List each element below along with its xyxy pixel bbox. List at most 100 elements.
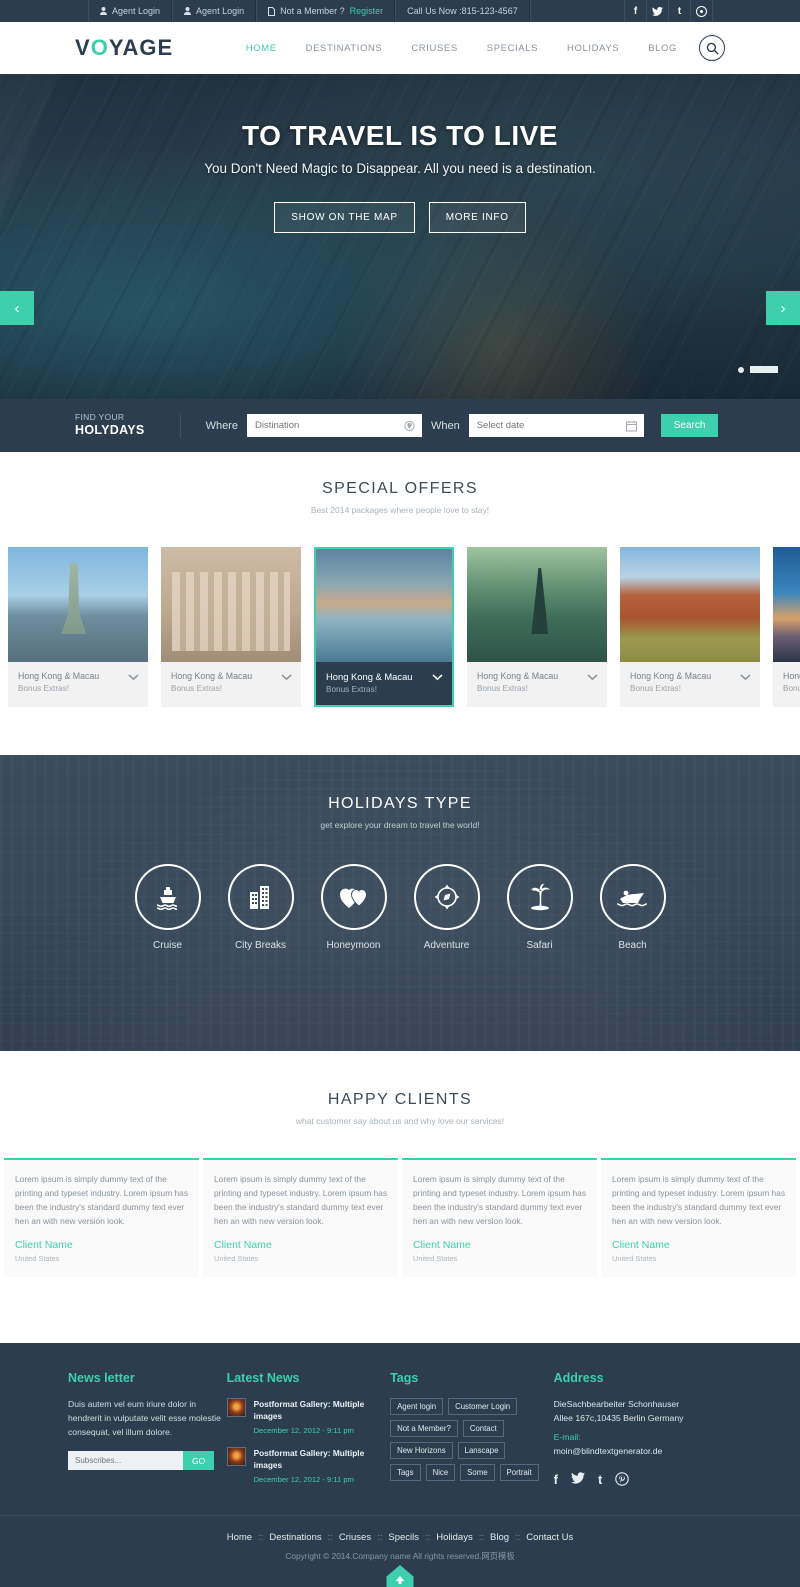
offer-title: Hong Kong & Macau: [630, 671, 712, 681]
offer-card[interactable]: Hong Kong & Macau Bonus Extras!: [467, 547, 607, 707]
nav-item-blog[interactable]: BLOG: [648, 43, 677, 54]
bottom-nav-home[interactable]: Home: [227, 1532, 252, 1543]
tag-item[interactable]: Tags: [390, 1464, 421, 1481]
nav-item-specials[interactable]: SPECIALS: [487, 43, 538, 54]
holiday-type-beach[interactable]: Beach: [599, 864, 666, 951]
nav-item-home[interactable]: HOME: [246, 43, 277, 54]
testimonial-text: Lorem ipsum is simply dummy text of the …: [413, 1174, 587, 1226]
holiday-type-honeymoon[interactable]: Honeymoon: [320, 864, 387, 951]
tumblr-icon[interactable]: t: [598, 1472, 602, 1487]
nav-item-destinations[interactable]: DESTINATIONS: [306, 43, 383, 54]
holiday-type-cruise[interactable]: Cruise: [134, 864, 201, 951]
address-line1: DieSachbearbeiter Schonhauser: [553, 1399, 680, 1409]
news-item-title[interactable]: Postformat Gallery: Multiple images: [254, 1447, 391, 1471]
bottom-nav-blog[interactable]: Blog: [490, 1532, 509, 1543]
register-link[interactable]: Register: [350, 6, 384, 16]
slider-dot-2-active[interactable]: [750, 366, 778, 373]
bottom-nav-specils[interactable]: Specils: [388, 1532, 419, 1543]
subscribe-input[interactable]: [68, 1451, 183, 1471]
testimonial-client-name[interactable]: Client Name: [15, 1239, 188, 1251]
pinterest-icon[interactable]: [615, 1471, 630, 1487]
not-a-member[interactable]: Not a Member ? Register: [256, 0, 396, 22]
testimonial-card: Lorem ipsum is simply dummy text of the …: [4, 1158, 199, 1278]
tag-item[interactable]: Not a Member?: [390, 1420, 458, 1437]
offers-carousel[interactable]: Hong Kong & Macau Bonus Extras! Hong Kon…: [0, 547, 800, 707]
destination-input[interactable]: [254, 420, 387, 431]
chevron-down-icon[interactable]: [281, 674, 292, 681]
offer-image: [161, 547, 301, 662]
offer-card[interactable]: Hong Kong & Macau Bonus Extras!: [8, 547, 148, 707]
bottom-nav-separator: ::: [258, 1532, 264, 1543]
slider-prev-arrow[interactable]: ‹: [0, 291, 34, 325]
news-item-title[interactable]: Postformat Gallery: Multiple images: [254, 1398, 391, 1422]
chevron-down-icon[interactable]: [432, 674, 443, 681]
bottom-nav: Home:: Destinations:: Criuses:: Specils:: Ho…: [0, 1532, 800, 1543]
arrow-up-icon: [395, 1576, 405, 1584]
happy-clients-section: HAPPY CLIENTS what customer say about us…: [0, 1051, 800, 1343]
news-item[interactable]: Postformat Gallery: Multiple images Dece…: [226, 1398, 391, 1435]
offer-bonus: Bonus Extras!: [477, 684, 528, 693]
pinterest-icon[interactable]: [690, 0, 712, 22]
facebook-icon[interactable]: f: [624, 0, 646, 22]
bottom-nav-holidays[interactable]: Holidays: [436, 1532, 472, 1543]
bottom-nav-contact-us[interactable]: Contact Us: [526, 1532, 573, 1543]
tag-item[interactable]: Portrait: [499, 1464, 539, 1481]
offer-card-active[interactable]: Hong Kong & Macau Bonus Extras!: [314, 547, 454, 707]
holiday-type-safari[interactable]: Safari: [506, 864, 573, 951]
slider-next-arrow[interactable]: ›: [766, 291, 800, 325]
holiday-type-adventure[interactable]: Adventure: [413, 864, 480, 951]
holiday-type-city-breaks[interactable]: City Breaks: [227, 864, 294, 951]
subscribe-go-button[interactable]: GO: [183, 1451, 215, 1471]
offer-card[interactable]: Hong Kong & Macau Bonus Extras!: [620, 547, 760, 707]
back-to-top-button[interactable]: [386, 1565, 414, 1587]
tag-item[interactable]: Agent login: [390, 1398, 444, 1415]
chevron-down-icon[interactable]: [587, 674, 598, 681]
slider-dot-1[interactable]: [738, 366, 744, 373]
holiday-type-label: Safari: [526, 940, 553, 951]
newsletter-title: News letter: [68, 1371, 135, 1385]
hero-content: TO TRAVEL IS TO LIVE You Don't Need Magi…: [0, 74, 800, 233]
agent-login-2[interactable]: Agent Login: [172, 0, 257, 22]
tag-item[interactable]: Lanscape: [457, 1442, 506, 1459]
testimonial-client-name[interactable]: Client Name: [612, 1239, 785, 1251]
where-field[interactable]: [246, 414, 422, 437]
nav-item-holidays[interactable]: HOLIDAYS: [567, 43, 619, 54]
news-item[interactable]: Postformat Gallery: Multiple images Dece…: [226, 1447, 391, 1484]
bottom-nav-criuses[interactable]: Criuses: [339, 1532, 371, 1543]
chevron-down-icon[interactable]: [128, 674, 139, 681]
happy-clients-head: HAPPY CLIENTS what customer say about us…: [0, 1091, 800, 1126]
bottom-nav-separator: ::: [327, 1532, 333, 1543]
site-footer: News letter Duis autem vel eum iriure do…: [0, 1343, 800, 1515]
tag-item[interactable]: Nice: [425, 1464, 456, 1481]
search-toggle-button[interactable]: [699, 35, 725, 61]
testimonial-client-name[interactable]: Client Name: [413, 1239, 586, 1251]
logo[interactable]: VOYAGE: [75, 35, 173, 61]
when-field[interactable]: [468, 414, 644, 437]
offer-card[interactable]: Hong Kong & Macau Bonus Extras!: [161, 547, 301, 707]
testimonial-text: Lorem ipsum is simply dummy text of the …: [15, 1174, 189, 1226]
testimonial-client-name[interactable]: Client Name: [214, 1239, 387, 1251]
tag-item[interactable]: New Horizons: [390, 1442, 453, 1459]
bottom-nav-destinations[interactable]: Destinations: [269, 1532, 321, 1543]
offer-title: Hong Kong & Macau: [171, 671, 253, 681]
tag-item[interactable]: Contact: [462, 1420, 504, 1437]
date-input[interactable]: [476, 420, 609, 431]
facebook-icon[interactable]: f: [554, 1472, 558, 1487]
tag-item[interactable]: Some: [460, 1464, 495, 1481]
twitter-icon[interactable]: [646, 0, 668, 22]
tumblr-icon[interactable]: t: [668, 0, 690, 22]
testimonial-client-location: United States: [15, 1254, 60, 1264]
offer-card[interactable]: Hong Kong & Macau Bonus Extras!: [773, 547, 800, 707]
agent-login-1[interactable]: Agent Login: [88, 0, 173, 22]
testimonial-text: Lorem ipsum is simply dummy text of the …: [612, 1174, 786, 1226]
more-info-button[interactable]: MORE INFO: [428, 202, 526, 233]
nav-item-criuses[interactable]: CRIUSES: [411, 43, 457, 54]
email-value[interactable]: moin@blindtextgenerator.de: [554, 1445, 732, 1459]
copyright-text: Copyright © 2014.Company name All rights…: [285, 1551, 515, 1561]
twitter-icon[interactable]: [570, 1472, 585, 1487]
holiday-type-label: City Breaks: [234, 940, 287, 951]
search-submit-button[interactable]: Search: [660, 414, 719, 437]
tag-item[interactable]: Customer Login: [448, 1398, 518, 1415]
show-on-map-button[interactable]: SHOW ON THE MAP: [274, 202, 415, 233]
chevron-down-icon[interactable]: [740, 674, 751, 681]
